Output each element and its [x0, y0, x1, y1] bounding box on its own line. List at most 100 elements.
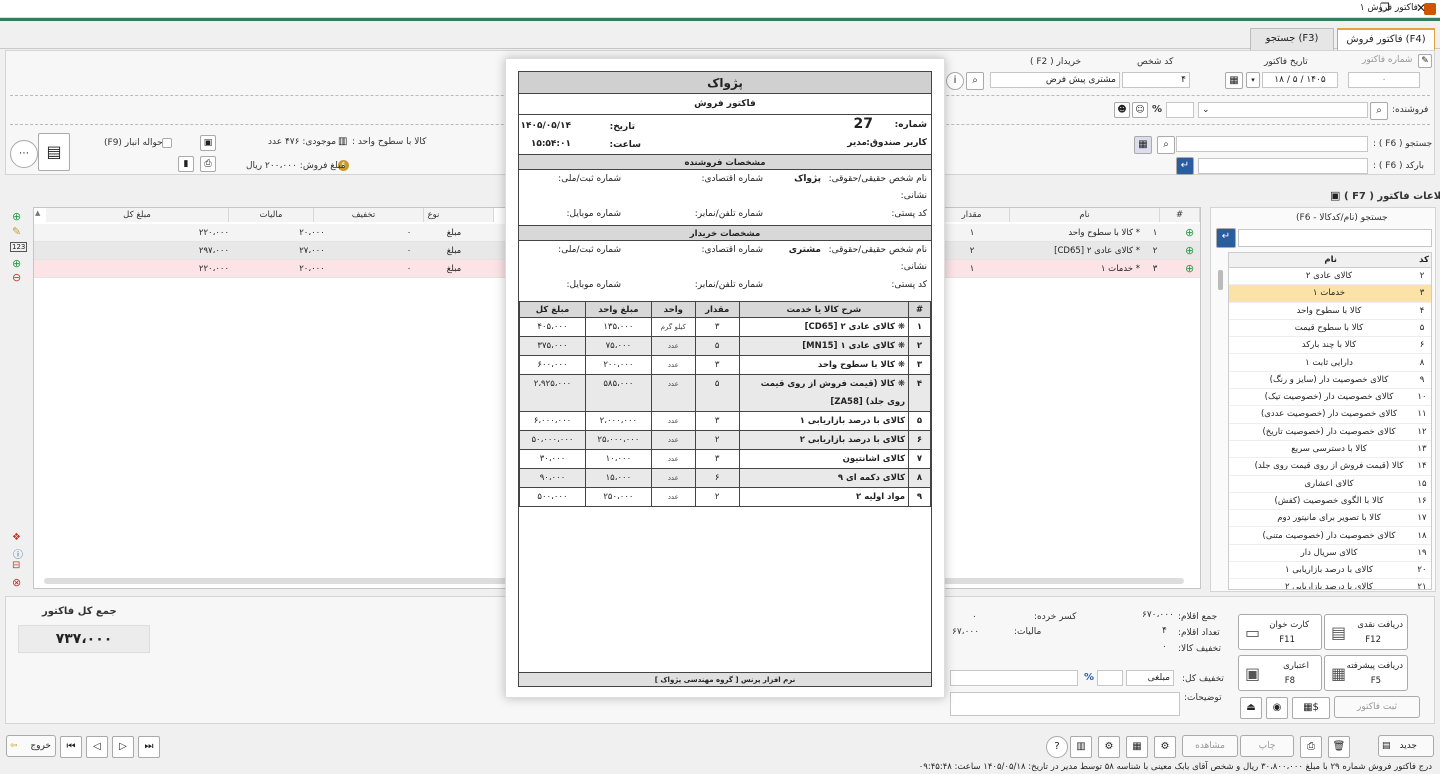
col-header-discount[interactable]: تخفیف: [304, 208, 424, 222]
list-header-name[interactable]: نام: [1324, 255, 1337, 265]
prev-record-icon[interactable]: ◁: [86, 736, 108, 758]
list-item[interactable]: ۸ دارایی ثابت ۱: [1229, 355, 1431, 372]
help-icon[interactable]: ?: [1046, 736, 1068, 758]
info-icon[interactable]: i: [946, 72, 964, 90]
date-dropdown[interactable]: ▾: [1246, 72, 1260, 88]
view-button[interactable]: مشاهده: [1182, 735, 1238, 757]
minus-icon[interactable]: ⊖: [12, 271, 21, 284]
add-row-icon[interactable]: ⊕: [12, 210, 21, 223]
list-item[interactable]: ۳ خدمات ۱: [1229, 285, 1431, 303]
save-disk-icon[interactable]: ▣: [1330, 189, 1340, 202]
barcode-input[interactable]: [1198, 158, 1368, 174]
tab-search[interactable]: جستجو (F3): [1250, 28, 1334, 50]
col-header-qty[interactable]: مقدار: [934, 208, 1010, 222]
delete-icon[interactable]: ⊗: [12, 576, 21, 589]
date-field[interactable]: ۱۴۰۵ / ۵ / ۱۸: [1262, 72, 1338, 88]
warehouse-checkbox[interactable]: [162, 138, 172, 148]
credit-payment-button[interactable]: اعتباری F8 ▣: [1238, 655, 1322, 691]
cash-payment-button[interactable]: دریافت نقدی F12 ▤: [1324, 614, 1408, 650]
list-item[interactable]: ۱۳ کالا با دسترسی سریع: [1229, 441, 1431, 459]
calendar-icon[interactable]: ▦: [1225, 72, 1243, 89]
product-enter-icon[interactable]: ↵: [1216, 228, 1236, 248]
last-record-icon[interactable]: ⏭: [138, 736, 160, 758]
register-machine-icon[interactable]: ▦: [1126, 736, 1148, 758]
list-item[interactable]: ۱۱ کالای خصوصیت دار (خصوصیت عددی): [1229, 406, 1431, 424]
numeric-icon[interactable]: 123: [10, 242, 28, 252]
first-record-icon[interactable]: ⏮: [60, 736, 82, 758]
percent-field[interactable]: [1166, 102, 1194, 118]
enter-icon[interactable]: ↵: [1176, 157, 1194, 175]
list-item[interactable]: ۴ کالا با سطوح واحد: [1229, 303, 1431, 320]
discount-percent-field[interactable]: [1097, 670, 1123, 686]
person-icon[interactable]: ☺: [1132, 102, 1148, 118]
person-code-field[interactable]: ۴: [1122, 72, 1190, 88]
list-item[interactable]: ۱۸ کالای خصوصیت دار (خصوصیت متنی): [1229, 528, 1431, 545]
invoice-number-field[interactable]: ۰: [1348, 72, 1420, 88]
list-item[interactable]: ۱۵ کالای اعشاری: [1229, 476, 1431, 493]
close-icon[interactable]: ✕: [1416, 1, 1426, 15]
grid-view-icon[interactable]: ▦: [1134, 136, 1152, 154]
search-icon[interactable]: ⌕: [966, 72, 984, 90]
save-icon[interactable]: ▣: [200, 135, 216, 151]
list-header-code[interactable]: کد: [1419, 255, 1429, 265]
row-add-icon[interactable]: ⊕: [1185, 226, 1194, 239]
seller-search-icon[interactable]: ⌕: [1370, 102, 1388, 120]
tab-sales-invoice[interactable]: فاکتور فروش (F4): [1337, 28, 1435, 50]
list-item[interactable]: ۱۲ کالای خصوصیت دار (خصوصیت تاریخ): [1229, 424, 1431, 441]
new-button[interactable]: جدید ▤: [1378, 735, 1434, 757]
exit-button[interactable]: خروج ⇦: [6, 735, 56, 757]
maximize-icon[interactable]: ❐: [1380, 1, 1390, 14]
gift-icon[interactable]: ❖: [12, 532, 21, 543]
more-options-icon[interactable]: ⋯: [10, 140, 38, 168]
advanced-payment-button[interactable]: دریافت پیشرفته F5 ▦: [1324, 655, 1408, 691]
remove-card-icon[interactable]: ⊟: [12, 560, 20, 571]
settings-icon[interactable]: ⚙: [1098, 736, 1120, 758]
col-header-name[interactable]: نام: [1010, 208, 1160, 222]
notes-field[interactable]: [950, 692, 1180, 716]
register-invoice-button[interactable]: ثبت فاکتور: [1334, 696, 1420, 718]
list-item[interactable]: ۹ کالای خصوصیت دار (سایز و رنگ): [1229, 372, 1431, 390]
next-record-icon[interactable]: ▷: [112, 736, 134, 758]
list-item[interactable]: ۲ کالای عادی ۲: [1229, 268, 1431, 286]
row-add-icon[interactable]: ⊕: [1185, 244, 1194, 257]
row-add-icon[interactable]: ⊕: [1185, 262, 1194, 275]
buyer-field[interactable]: مشتری پیش فرض: [990, 72, 1120, 88]
list-item[interactable]: ۱۷ کالا با تصویر برای مانیتور دوم: [1229, 510, 1431, 528]
product-search-input[interactable]: [1238, 229, 1432, 247]
list-item[interactable]: ۱۰ کالای خصوصیت دار (خصوصیت تیک): [1229, 389, 1431, 407]
delete-button[interactable]: 🗑: [1328, 736, 1350, 758]
info-small-icon[interactable]: ⓘ: [13, 546, 23, 561]
list-item[interactable]: ۲۱ کالای با درصد بازاریابی ۲: [1229, 579, 1431, 589]
edit-icon[interactable]: ✎: [1418, 54, 1432, 68]
chart-icon[interactable]: ▮: [178, 156, 194, 172]
search-button-icon[interactable]: ⌕: [1157, 136, 1175, 154]
list-item[interactable]: ۱۴ کالا (قیمت فروش از روی قیمت روی جلد): [1229, 458, 1431, 476]
print-button[interactable]: چاپ: [1240, 735, 1294, 757]
person-search-icon[interactable]: ☻: [1114, 102, 1130, 118]
list-item[interactable]: ۱۹ کالای سریال دار: [1229, 545, 1431, 563]
calculator-icon[interactable]: ▥: [1070, 736, 1092, 758]
product-image-icon[interactable]: ▤: [38, 133, 70, 171]
edit-row-icon[interactable]: ✎: [12, 225, 21, 238]
calculator-money-icon[interactable]: ▦$: [1292, 697, 1330, 719]
eject-icon[interactable]: ⏏: [1240, 697, 1262, 719]
discount-type-select[interactable]: مبلغی: [1126, 670, 1174, 686]
col-header-num[interactable]: #: [1160, 208, 1200, 222]
seller-field[interactable]: ⌄: [1198, 102, 1368, 118]
scroll-up-arrow[interactable]: ▲: [35, 209, 40, 217]
list-item[interactable]: ۱۶ کالا با الگوی خصوصیت (کفش): [1229, 493, 1431, 511]
discount-amount-field[interactable]: [950, 670, 1078, 686]
search-input[interactable]: [1176, 136, 1368, 152]
coin-location-icon[interactable]: ◉: [1266, 697, 1288, 719]
col-header-tax[interactable]: مالیات: [229, 208, 314, 222]
list-item[interactable]: ۶ کالا با چند بارکد: [1229, 337, 1431, 355]
card-reader-button[interactable]: کارت خوان F11 ▭: [1238, 614, 1322, 650]
money-gear-icon[interactable]: ⚙: [1154, 736, 1176, 758]
plus-icon[interactable]: ⊕: [12, 257, 21, 270]
list-item[interactable]: ۲۰ کالای با درصد بازاریابی ۱: [1229, 562, 1431, 580]
print-small-icon[interactable]: ⎙: [200, 156, 216, 172]
list-item[interactable]: ۵ کالا با سطوح قیمت: [1229, 320, 1431, 338]
list-scrollbar[interactable]: [1218, 270, 1223, 290]
printer-icon[interactable]: ⎙: [1300, 736, 1322, 758]
col-header-total[interactable]: مبلغ کل: [46, 208, 229, 222]
